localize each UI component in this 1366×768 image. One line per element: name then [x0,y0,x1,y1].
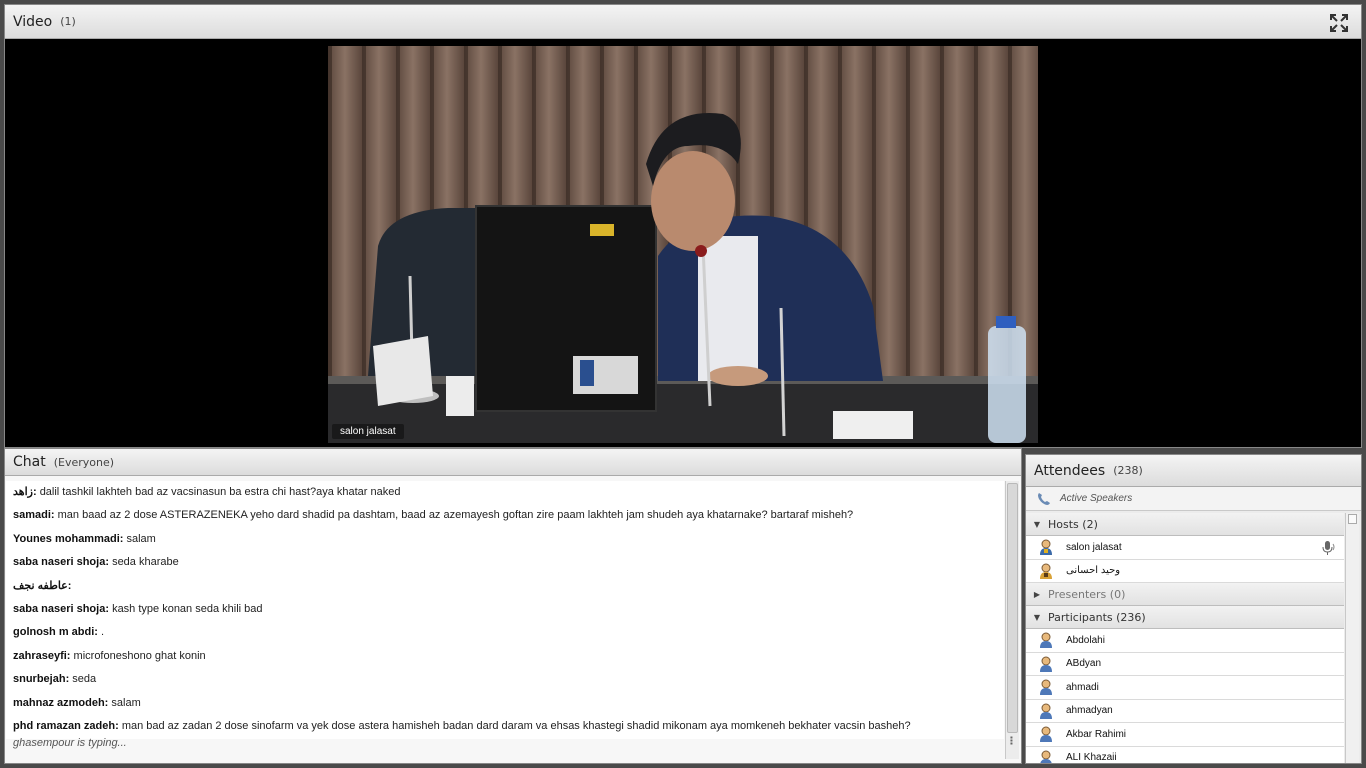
attendee-name: Akbar Rahimi [1066,728,1127,740]
participant-user-icon [1026,679,1066,696]
presenters-section-label: Presenters (0) [1048,587,1126,601]
chat-message-list[interactable]: زاهد: dalil tashkil lakhteh bad az vacsi… [6,481,1004,739]
chat-text: dalil tashkil lakhteh bad az vacsinasun … [39,486,401,498]
chat-text: seda kharabe [112,556,179,569]
chat-sender: samadi: [13,509,55,522]
video-scene-image [328,46,1038,443]
attendee-row[interactable]: salon jalasat [1026,536,1344,560]
chat-text: salam [111,696,141,709]
presenters-section[interactable]: ▶ Presenters (0) [1026,583,1344,606]
attendee-row[interactable]: وحید احسانی [1026,559,1344,583]
chat-message: Younes mohammadi: salam [6,528,1004,551]
video-pod-count: (1) [60,15,76,28]
chat-pod: Chat (Everyone) زاهد: dalil tashkil lakh… [4,448,1022,764]
chat-sender: زاهد: [13,486,37,498]
attendee-scrollbar[interactable] [1345,513,1359,763]
attendee-name: salon jalasat [1066,541,1122,553]
expanded-arrow-icon: ▼ [1033,612,1041,622]
chat-scrollbar[interactable]: ▪ ▪ ▪ [1005,481,1019,759]
attendee-name: ahmadi [1066,681,1099,693]
participant-user-icon [1026,632,1066,649]
attendees-pod-title: Attendees [1034,462,1106,479]
participants-section[interactable]: ▼ Participants (236) [1026,606,1344,629]
host-user-icon [1026,563,1066,579]
host-user-icon [1026,539,1066,556]
chat-sender: Younes mohammadi: [13,532,124,545]
video-pod: Video (1) salon jalasat [4,4,1362,448]
video-name-tag: salon jalasat [332,424,404,439]
video-stream[interactable]: salon jalasat [328,46,1038,443]
chat-sender: saba naseri shoja: [13,556,109,569]
participant-user-icon [1026,726,1066,743]
hosts-section[interactable]: ▼ Hosts (2) [1026,513,1344,536]
chat-message: phd ramazan zadeh: man bad az zadan 2 do… [6,715,1004,738]
chat-message: saba naseri shoja: kash type konan seda … [6,598,1004,621]
attendee-name: ahmadyan [1066,705,1113,717]
chat-sender: snurbejah: [13,673,70,686]
chat-text: man baad az 2 dose ASTERAZENEKA yeho dar… [57,509,854,522]
attendees-pod-header: Attendees (238) [1026,455,1361,487]
chat-sender: عاطفه نجف: [13,579,72,592]
chat-text: salam [126,532,156,545]
grip-icon: ▪ ▪ ▪ [1010,733,1013,748]
attendee-row[interactable]: ALI Khazaii [1026,746,1344,764]
attendee-row[interactable]: ahmadyan [1026,699,1344,723]
attendees-pod-count: (238) [1113,464,1143,477]
chat-sender: saba naseri shoja: [13,602,109,615]
attendee-row[interactable]: ABdyan [1026,652,1344,676]
chat-message: snurbejah: seda [6,668,1004,691]
active-speakers-label: Active Speakers [1060,493,1133,504]
chat-message: golnosh m abdi: . [6,621,1004,644]
participant-user-icon [1026,703,1066,719]
attendee-row[interactable]: ahmadi [1026,676,1344,700]
collapsed-arrow-icon: ▶ [1033,589,1041,599]
video-pod-header: Video (1) [5,5,1361,39]
expanded-arrow-icon: ▼ [1033,519,1041,529]
fullscreen-icon[interactable] [1329,13,1349,33]
chat-text: microfoneshono ghat konin [73,649,206,662]
chat-text: kash type konan seda khili bad [112,602,263,615]
attendee-scrollbar-thumb[interactable] [1348,514,1357,524]
chat-sender: zahraseyfi: [13,649,71,662]
attendee-list[interactable]: ▼ Hosts (2) salon jalasat وحید احسانی ▶ … [1026,513,1346,764]
chat-message: زاهد: dalil tashkil lakhteh bad az vacsi… [6,481,1004,504]
chat-pod-header: Chat (Everyone) [5,449,1021,476]
attendee-name: ALI Khazaii [1066,752,1117,764]
video-pod-title: Video [13,13,53,30]
hosts-section-label: Hosts (2) [1048,517,1098,531]
participants-section-label: Participants (236) [1048,610,1146,624]
chat-message: عاطفه نجف: [6,575,1004,598]
chat-scrollbar-thumb[interactable] [1007,483,1018,733]
chat-sender: phd ramazan zadeh: [13,719,119,732]
participant-user-icon [1026,656,1066,672]
chat-sender: mahnaz azmodeh: [13,696,109,709]
active-speakers-row[interactable]: Active Speakers [1026,487,1361,511]
attendee-name: وحید احسانی [1066,565,1121,577]
chat-text: man bad az zadan 2 dose sinofarm va yek … [121,719,911,732]
attendee-name: ABdyan [1066,658,1102,670]
attendees-pod: Attendees (238) Active Speakers ▼ Hosts … [1025,454,1362,764]
phone-icon [1038,492,1050,505]
chat-message: mahnaz azmodeh: salam [6,692,1004,715]
chat-sender: golnosh m abdi: [13,626,98,639]
chat-message: zahraseyfi: microfoneshono ghat konin [6,645,1004,668]
chat-typing-indicator: ghasempour is typing... [13,737,127,749]
chat-text: seda [72,673,97,686]
participant-user-icon [1026,750,1066,763]
chat-text: . [101,626,105,639]
chat-pod-title: Chat [13,454,46,470]
chat-pod-scope: (Everyone) [53,455,115,469]
chat-message: samadi: man baad az 2 dose ASTERAZENEKA … [6,504,1004,527]
attendee-row[interactable]: Akbar Rahimi [1026,723,1344,747]
attendee-name: Abdolahi [1066,634,1105,646]
chat-message: saba naseri shoja: seda kharabe [6,551,1004,574]
microphone-active-icon [1320,540,1336,559]
attendee-row[interactable]: Abdolahi [1026,629,1344,653]
